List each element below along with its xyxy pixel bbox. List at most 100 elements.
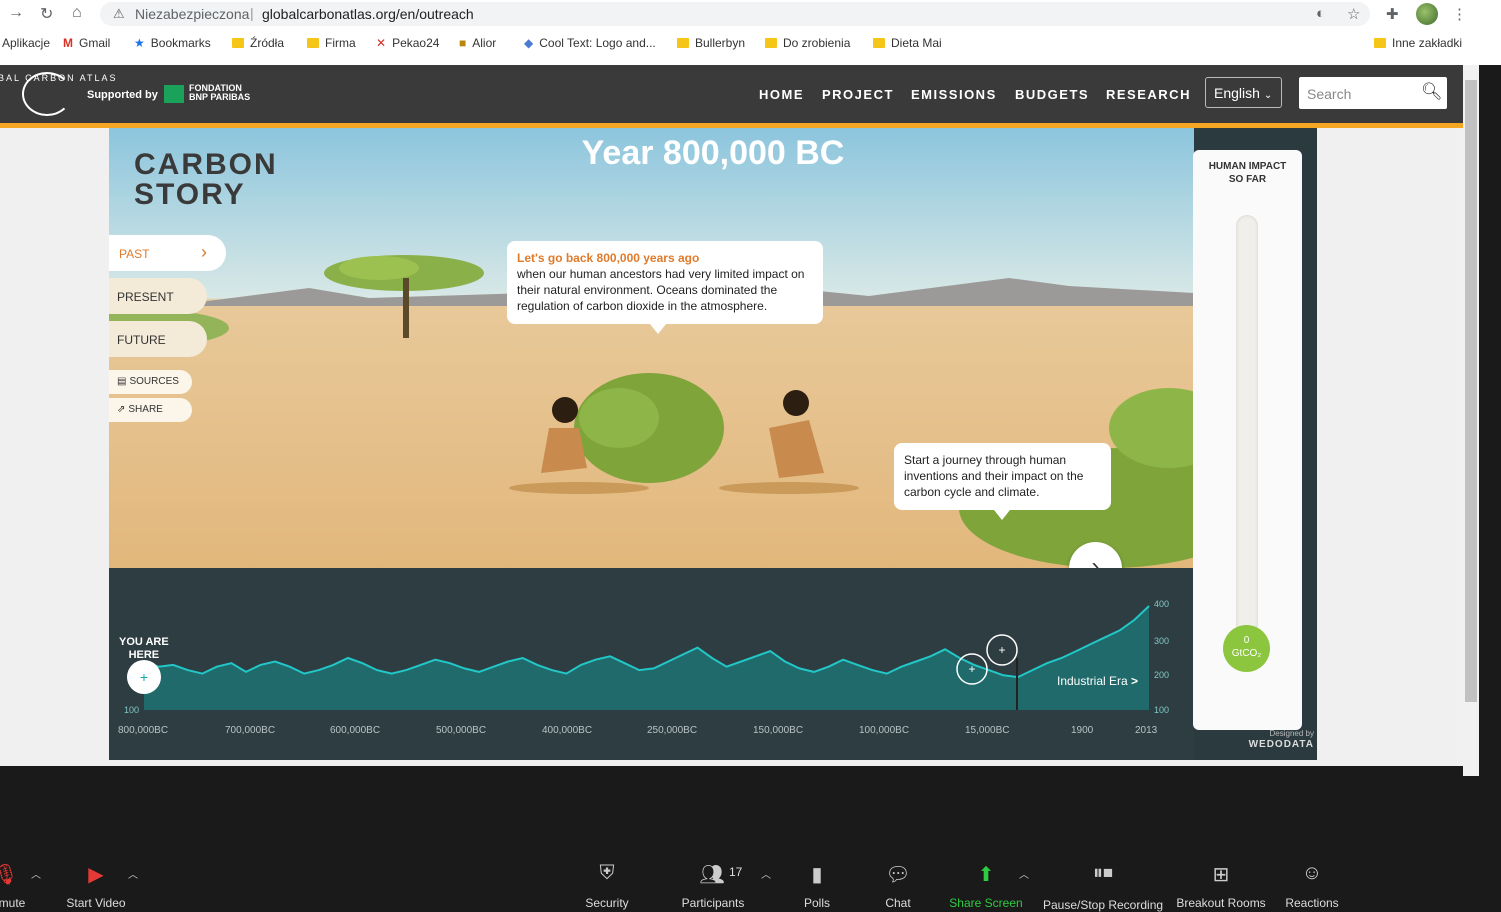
- menu-icon[interactable]: ⋮: [1452, 5, 1467, 23]
- pause-stop-icon[interactable]: ⏸︎⏹︎: [1093, 862, 1113, 885]
- bookmark-label: Dieta Mai: [891, 36, 942, 50]
- designed-by-label: Designed by: [1269, 729, 1314, 738]
- bookmark-bookmarks[interactable]: ★ Bookmarks: [134, 36, 211, 50]
- nav-home[interactable]: HOME: [759, 87, 804, 102]
- participants-count: 17: [729, 865, 743, 879]
- you-are-here-label: YOU ARE HERE: [119, 636, 169, 662]
- y-tick-label: 300: [1154, 636, 1170, 646]
- carbon-story-panel: Year 800,000 BC CARBON STORY PAST › PRESEN…: [109, 128, 1317, 760]
- share-screen-icon[interactable]: ⬆︎: [978, 862, 995, 887]
- folder-icon: [307, 38, 319, 48]
- web-page: BAL CARBON ATLAS Supported by FONDATION …: [0, 65, 1463, 766]
- reactions-button[interactable]: Reactions: [1285, 896, 1338, 910]
- breakout-rooms-button[interactable]: Breakout Rooms: [1176, 896, 1265, 910]
- co2-area: [144, 606, 1149, 710]
- site-logo[interactable]: BAL CARBON ATLAS: [0, 73, 118, 83]
- nav-budgets[interactable]: BUDGETS: [1015, 87, 1089, 102]
- chevron-up-icon[interactable]: ︿: [1019, 866, 1029, 881]
- bookmark-label: Inne zakładki: [1392, 36, 1463, 50]
- share-icon: ⇗: [117, 404, 126, 415]
- tab-present[interactable]: PRESENT: [109, 278, 207, 314]
- chevron-up-icon[interactable]: ︿: [761, 866, 771, 881]
- warning-icon[interactable]: ⚠: [113, 6, 125, 22]
- reactions-icon[interactable]: ☺︎: [1302, 862, 1322, 885]
- muted-mic-icon[interactable]: 🎙︎: [0, 862, 19, 887]
- y-tick-label: 200: [1154, 670, 1170, 680]
- impact-gauge-track: [1236, 215, 1258, 635]
- participants-button[interactable]: Participants: [682, 896, 745, 910]
- folder-icon: [1374, 38, 1386, 48]
- language-select[interactable]: English ⌄: [1205, 77, 1282, 108]
- supported-by-label: Supported by: [87, 89, 158, 101]
- bubble-tail: [994, 510, 1010, 520]
- security-button[interactable]: Security: [585, 896, 628, 910]
- polls-button[interactable]: Polls: [804, 896, 830, 910]
- chat-icon[interactable]: 💬︎: [885, 862, 910, 887]
- industrial-era-link[interactable]: Industrial Era >: [1057, 674, 1138, 688]
- video-off-icon[interactable]: ▶︎: [88, 862, 103, 887]
- industrial-era-label: Industrial Era: [1057, 674, 1128, 688]
- share-button[interactable]: ⇗ SHARE: [109, 398, 192, 422]
- nav-project[interactable]: PROJECT: [822, 87, 894, 102]
- share-screen-button[interactable]: Share Screen: [949, 896, 1022, 910]
- x-tick-label: 600,000BC: [330, 725, 381, 736]
- insecure-label[interactable]: Niezabezpieczona: [135, 6, 249, 22]
- chevron-up-icon[interactable]: ︿: [128, 866, 138, 881]
- breakout-rooms-icon[interactable]: ⊞: [1213, 862, 1230, 887]
- reload-icon[interactable]: ↻: [40, 4, 53, 24]
- address-row: → ↻ ⌂ ⚠ Niezabezpieczona | globalcarbona…: [0, 0, 1501, 28]
- human-impact-panel: HUMAN IMPACT SO FAR 0 GtCO₂: [1193, 150, 1302, 730]
- bookmark-bullerbyn[interactable]: Bullerbyn: [677, 36, 745, 50]
- forward-icon[interactable]: →: [8, 4, 24, 22]
- chevron-up-icon[interactable]: ︿: [31, 866, 41, 881]
- bookmark-do-zrobienia[interactable]: Do zrobienia: [765, 36, 850, 50]
- bookmark-apps[interactable]: Aplikacje: [2, 36, 50, 50]
- bookmark-gmail[interactable]: M Gmail: [63, 36, 110, 50]
- search-input[interactable]: Search: [1307, 86, 1351, 102]
- chevron-right-icon: ›: [201, 242, 207, 262]
- bookmark-dieta[interactable]: Dieta Mai: [873, 36, 942, 50]
- star-icon: ★: [134, 36, 145, 50]
- search-icon[interactable]: 🔍︎: [1421, 82, 1443, 102]
- bookmark-firma[interactable]: Firma: [307, 36, 356, 50]
- bookmark-zrodla[interactable]: Źródła: [232, 36, 284, 50]
- url-text[interactable]: globalcarbonatlas.org/en/outreach: [262, 6, 474, 22]
- start-video-button[interactable]: Start Video: [66, 896, 125, 910]
- impact-title-line-1: HUMAN IMPACT: [1208, 161, 1287, 172]
- shield-icon[interactable]: ⛨: [600, 862, 615, 885]
- x-tick-label: 100,000BC: [859, 725, 910, 736]
- zoom-toolbar: 🎙︎ ︿ mute ▶︎ ︿ Start Video ⛨ Security 👥︎…: [0, 776, 1501, 912]
- bookmark-pekao[interactable]: ✕ Pekao24: [376, 36, 439, 50]
- co2-timeline: + + YOU ARE HERE + 800,000BC 700,000BC 60…: [109, 568, 1194, 760]
- chat-button[interactable]: Chat: [885, 896, 910, 910]
- current-position-marker[interactable]: +: [127, 660, 161, 694]
- brand-line-2: STORY: [134, 178, 246, 211]
- star-icon[interactable]: ☆: [1347, 5, 1360, 23]
- tab-future[interactable]: FUTURE: [109, 321, 207, 357]
- eye-off-icon[interactable]: ◐: [1316, 5, 1325, 22]
- search-box[interactable]: Search 🔍︎: [1299, 77, 1447, 109]
- scrollbar-thumb[interactable]: [1465, 80, 1477, 702]
- mute-button[interactable]: mute: [0, 896, 25, 910]
- bookmark-cooltext[interactable]: ◆ Cool Text: Logo and...: [524, 36, 656, 50]
- bookmark-label: Pekao24: [392, 36, 440, 50]
- bookmarks-bar: Aplikacje M Gmail ★ Bookmarks Źródła Firma…: [0, 36, 1501, 56]
- bookmark-label: Cool Text: Logo and...: [539, 36, 656, 50]
- sources-button[interactable]: ▤ SOURCES: [109, 370, 192, 394]
- nav-research[interactable]: RESEARCH: [1106, 87, 1191, 102]
- tab-past[interactable]: PAST ›: [109, 235, 226, 271]
- participants-icon[interactable]: 👥︎: [699, 862, 724, 887]
- bookmark-alior[interactable]: ■ Alior: [459, 36, 496, 50]
- polls-icon[interactable]: ▮: [811, 862, 822, 887]
- extensions-icon[interactable]: ✚: [1386, 5, 1399, 23]
- chevron-down-icon: ⌄: [1263, 90, 1273, 101]
- home-icon[interactable]: ⌂: [72, 4, 82, 22]
- site-header: BAL CARBON ATLAS Supported by FONDATION …: [0, 65, 1463, 128]
- y-tick-label: 100: [124, 705, 140, 715]
- nav-emissions[interactable]: EMISSIONS: [911, 87, 997, 102]
- profile-avatar[interactable]: [1416, 3, 1438, 25]
- bookmark-other[interactable]: Inne zakładki: [1374, 36, 1462, 50]
- pekao-icon: ✕: [376, 36, 387, 50]
- impact-title-line-2: SO FAR: [1228, 174, 1267, 185]
- browser-chrome: → ↻ ⌂ ⚠ Niezabezpieczona | globalcarbona…: [0, 0, 1501, 65]
